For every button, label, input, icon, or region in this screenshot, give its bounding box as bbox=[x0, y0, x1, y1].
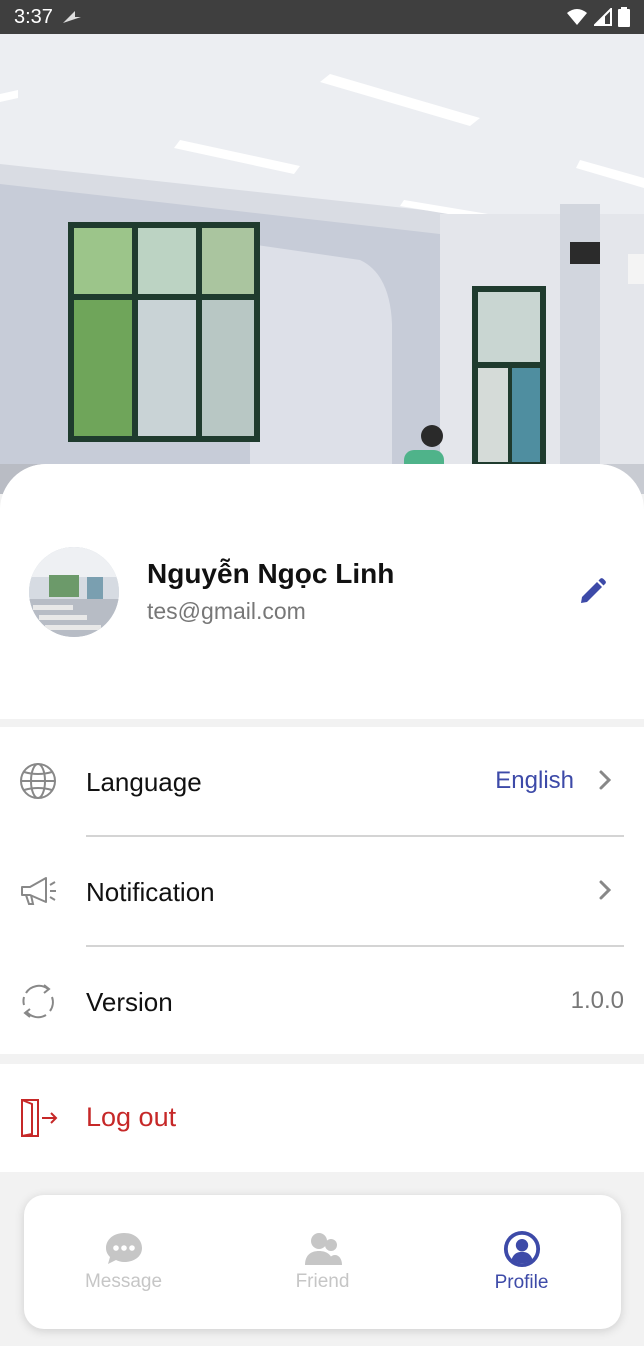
nav-message-label: Message bbox=[84, 1271, 163, 1292]
edit-profile-button[interactable] bbox=[574, 574, 610, 610]
bottom-navigation: Message Friend Profile bbox=[24, 1195, 621, 1329]
chevron-right-icon bbox=[599, 770, 612, 790]
avatar-photo bbox=[29, 547, 119, 637]
user-email: tes@gmail.com bbox=[147, 598, 306, 624]
battery-icon bbox=[618, 7, 630, 27]
logout-button[interactable]: Log out bbox=[0, 1064, 644, 1172]
wifi-icon bbox=[567, 9, 587, 25]
nav-friend[interactable]: Friend bbox=[223, 1195, 422, 1329]
profile-header: Nguyễn Ngọc Linh tes@gmail.com bbox=[0, 464, 644, 719]
logout-label: Log out bbox=[86, 1102, 177, 1132]
profile-screen: 3:37 Nguyễn Ngọc Linh tes@gmail.com Lang… bbox=[0, 0, 644, 1346]
pencil-icon bbox=[581, 578, 606, 603]
language-label: Language bbox=[86, 767, 202, 797]
avatar[interactable] bbox=[29, 547, 119, 637]
notification-label: Notification bbox=[86, 877, 215, 907]
status-icons bbox=[566, 7, 630, 27]
status-bar: 3:37 bbox=[0, 0, 644, 34]
user-name: Nguyễn Ngọc Linh bbox=[147, 558, 395, 589]
notification-row[interactable]: Notification bbox=[0, 837, 644, 945]
chat-bubble-icon bbox=[105, 1233, 142, 1264]
megaphone-icon bbox=[21, 877, 56, 905]
version-value: 1.0.0 bbox=[570, 987, 624, 1014]
chevron-right-icon bbox=[599, 880, 612, 900]
nav-profile-label: Profile bbox=[494, 1272, 549, 1293]
refresh-icon bbox=[22, 984, 54, 1019]
language-value: English bbox=[495, 767, 574, 794]
nav-message[interactable]: Message bbox=[24, 1195, 223, 1329]
language-row[interactable]: Language English bbox=[0, 727, 644, 835]
nav-friend-label: Friend bbox=[295, 1271, 350, 1292]
settings-list: Language English Notification Version 1.… bbox=[0, 727, 644, 1054]
nav-profile[interactable]: Profile bbox=[422, 1195, 621, 1329]
notification-arrow-icon bbox=[62, 11, 81, 23]
status-time: 3:37 bbox=[14, 5, 53, 28]
cover-photo bbox=[0, 34, 644, 494]
friends-icon bbox=[304, 1233, 342, 1265]
user-circle-icon bbox=[503, 1230, 540, 1268]
version-label: Version bbox=[86, 987, 173, 1017]
version-row: Version 1.0.0 bbox=[0, 947, 644, 1055]
logout-icon bbox=[21, 1099, 58, 1137]
globe-icon bbox=[20, 763, 56, 799]
signal-icon bbox=[594, 8, 612, 26]
